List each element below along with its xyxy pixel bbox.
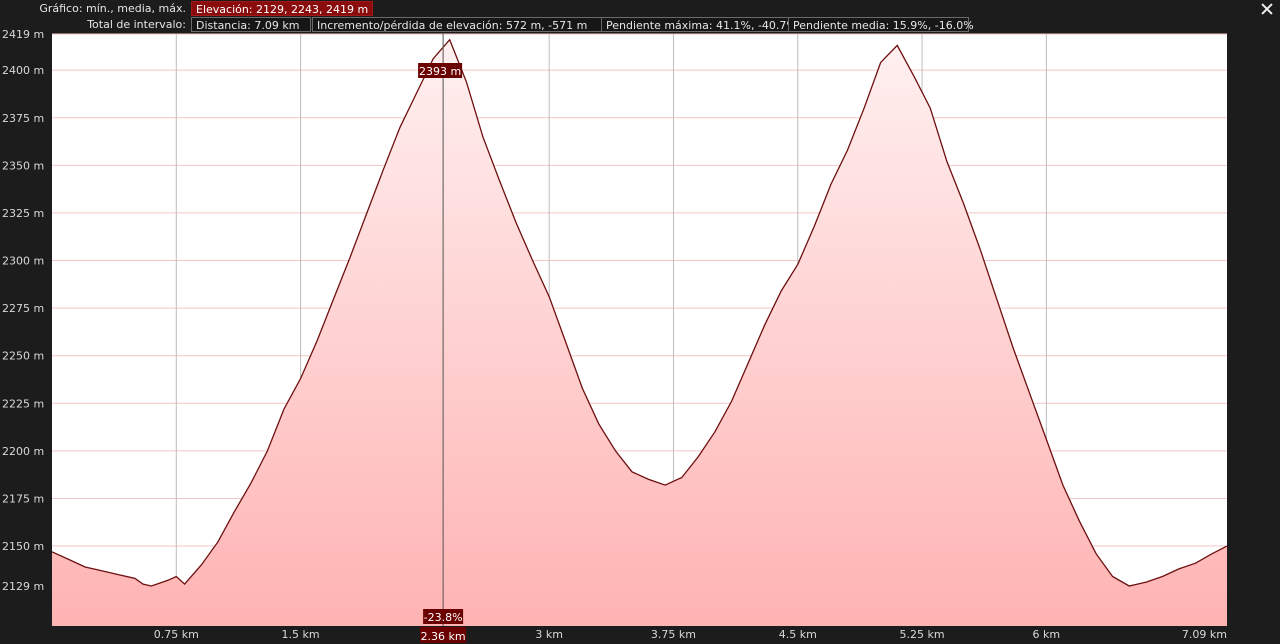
x-tick-label: 7.09 km — [1182, 628, 1227, 641]
y-tick-label: 2375 m — [2, 112, 44, 125]
x-tick-label: 3 km — [535, 628, 563, 641]
y-tick-label: 2419 m — [2, 28, 44, 41]
cursor-distance-tag: 2.36 km — [420, 627, 467, 643]
y-tick-label: 2200 m — [2, 445, 44, 458]
y-tick-label: 2325 m — [2, 207, 44, 220]
y-tick-label: 2250 m — [2, 350, 44, 363]
x-tick-label: 6 km — [1033, 628, 1061, 641]
x-tick-label: 1.5 km — [282, 628, 320, 641]
y-tick-label: 2400 m — [2, 64, 44, 77]
y-tick-label: 2300 m — [2, 255, 44, 268]
y-tick-label: 2225 m — [2, 397, 44, 410]
cursor-distance-label: 2.36 km — [421, 630, 466, 643]
y-tick-label: 2129 m — [2, 580, 44, 593]
y-axis-labels: 2419 m 2400 m 2375 m 2350 m 2325 m 2300 m 2275… — [2, 28, 44, 593]
elevation-chart[interactable]: 2419 m 2400 m 2375 m 2350 m 2325 m 2300 m 2275… — [0, 0, 1280, 644]
x-tick-label: 0.75 km — [154, 628, 199, 641]
x-tick-label: 3.75 km — [651, 628, 696, 641]
y-tick-label: 2350 m — [2, 159, 44, 172]
y-tick-label: 2150 m — [2, 540, 44, 553]
cursor-slope-tag: -23.8% — [423, 609, 464, 624]
y-tick-label: 2175 m — [2, 492, 44, 505]
x-tick-label: 4.5 km — [779, 628, 817, 641]
cursor-elevation-tag: 2393 m — [418, 63, 463, 78]
cursor-elevation-label: 2393 m — [419, 65, 461, 78]
cursor-slope-label: -23.8% — [424, 611, 463, 624]
x-tick-label: 5.25 km — [900, 628, 945, 641]
x-axis-labels: 0.75 km 1.5 km 3 km 3.75 km 4.5 km 5.25 km 6 k… — [154, 628, 1227, 641]
y-tick-label: 2275 m — [2, 302, 44, 315]
